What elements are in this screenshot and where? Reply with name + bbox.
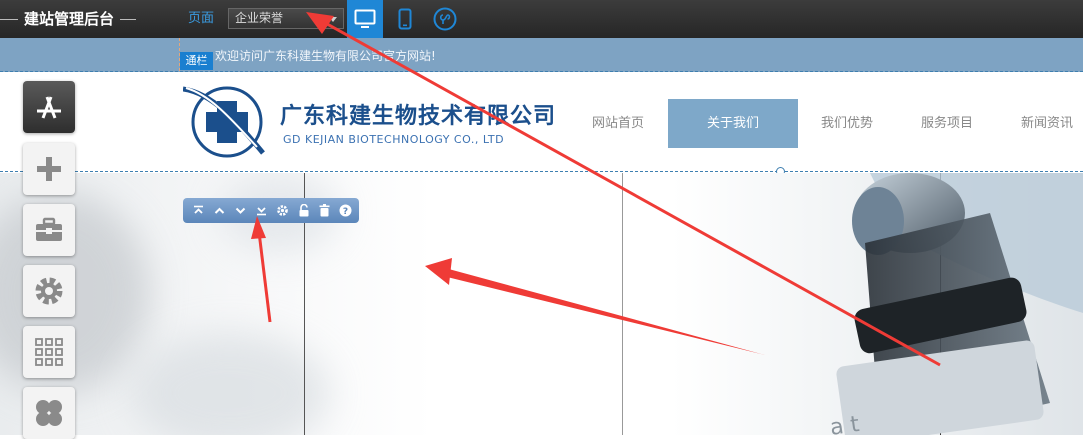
apps-grid-icon <box>35 338 63 366</box>
add-icon <box>37 157 61 181</box>
move-down-icon <box>235 207 246 214</box>
desktop-icon <box>354 9 376 28</box>
nav-item-services[interactable]: 服务项目 <box>906 99 988 148</box>
title-dash-left <box>0 19 18 20</box>
help-icon: ? <box>339 204 352 217</box>
app-store-icon <box>37 96 61 119</box>
desktop-view-button[interactable] <box>347 0 383 38</box>
page-select[interactable]: 企业荣誉 <box>228 8 344 29</box>
mobile-icon <box>398 8 412 30</box>
move-up-icon <box>214 207 225 214</box>
unlock-button[interactable] <box>293 198 314 223</box>
hero-banner[interactable]: a t <box>0 173 1083 435</box>
mini-program-icon <box>433 7 457 31</box>
svg-text:?: ? <box>343 207 348 217</box>
nav-item-about[interactable]: 关于我们 <box>668 99 798 148</box>
notice-bar <box>0 38 1083 72</box>
company-logo <box>182 83 271 165</box>
sidebar-clover-button[interactable] <box>23 387 75 439</box>
settings-icon <box>277 205 288 216</box>
settings-button[interactable] <box>272 198 293 223</box>
notice-text: 欢迎访问广东科建生物有限公司官方网站! <box>215 49 436 63</box>
module-toolbar: ? <box>183 198 359 223</box>
help-button[interactable]: ? <box>335 198 356 223</box>
sidebar-apps-button[interactable] <box>23 326 75 378</box>
chevron-down-icon <box>329 17 337 22</box>
mini-program-view-button[interactable] <box>427 0 463 38</box>
delete-icon <box>319 204 330 217</box>
mobile-view-button[interactable] <box>387 0 423 38</box>
move-top-icon <box>194 205 203 214</box>
unlock-icon <box>299 204 308 217</box>
move-bottom-button[interactable] <box>251 198 272 223</box>
grid-guide-line <box>622 173 623 435</box>
admin-title-text: 建站管理后台 <box>24 10 115 28</box>
title-dash-right <box>120 19 137 20</box>
move-bottom-icon <box>257 207 266 216</box>
nav-item-news[interactable]: 新闻资讯 <box>1006 99 1083 148</box>
admin-title: 建站管理后台 <box>0 0 137 38</box>
move-down-button[interactable] <box>230 198 251 223</box>
gear-icon <box>35 277 63 305</box>
sidebar-toolbox-button[interactable] <box>23 204 75 256</box>
section-boundary <box>0 171 1083 172</box>
page-select-value: 企业荣誉 <box>235 11 284 25</box>
delete-button[interactable] <box>314 198 335 223</box>
company-name: 广东科建生物技术有限公司 <box>280 104 557 129</box>
sidebar-settings-button[interactable] <box>23 265 75 317</box>
toolbox-icon <box>36 217 62 241</box>
page-label: 页面 <box>188 11 215 26</box>
clover-icon <box>36 400 62 426</box>
nav-item-advantages[interactable]: 我们优势 <box>806 99 888 148</box>
admin-topbar <box>0 0 1083 38</box>
microscope-image: a t <box>829 173 1083 435</box>
section-badge[interactable]: 通栏 <box>180 52 213 70</box>
move-top-button[interactable] <box>188 198 209 223</box>
company-name-en: GD KEJIAN BIOTECHNOLOGY CO., LTD <box>283 133 505 146</box>
sidebar-add-button[interactable] <box>23 143 75 195</box>
sidebar-app-store-button[interactable] <box>23 81 75 133</box>
move-up-button[interactable] <box>209 198 230 223</box>
banner-blur <box>130 333 330 435</box>
svg-text:a t: a t <box>829 412 862 435</box>
nav-item-home[interactable]: 网站首页 <box>577 99 659 148</box>
